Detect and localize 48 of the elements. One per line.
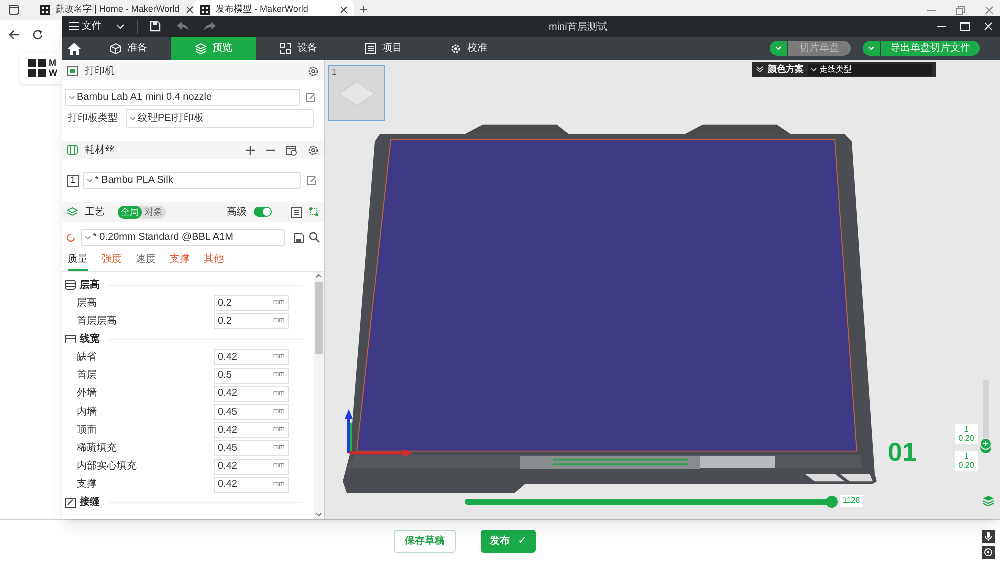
- filament-number: 1: [67, 174, 79, 186]
- plate-index: 1: [332, 67, 336, 79]
- layer-number: 1: [964, 452, 969, 461]
- section-title: 工艺: [85, 206, 105, 220]
- section-title: 打印机: [85, 64, 115, 78]
- nav-tab[interactable]: 项目: [341, 37, 426, 60]
- window-title: mini首层测试: [549, 20, 608, 35]
- plate-number: 01: [888, 439, 917, 465]
- slider-value: 1128: [840, 495, 864, 507]
- browser-tab[interactable]: 麒改名字 | Home - MakerWorld: [34, 0, 194, 20]
- layer-number: 1: [964, 425, 969, 434]
- toggle-label: 高级: [227, 206, 247, 220]
- logo-text: W: [49, 68, 58, 78]
- setting-label: 支撑: [77, 478, 98, 492]
- tab-title: 发布模型 - MakerWorld: [216, 3, 310, 16]
- settings-tab[interactable]: 质量: [68, 252, 88, 271]
- dropdown-field[interactable]: 纹理PEI打印板: [126, 109, 314, 128]
- tab-title: 麒改名字 | Home - MakerWorld: [56, 3, 180, 16]
- setting-label: 稀疏填充: [77, 442, 118, 456]
- setting-label: 缺省: [77, 350, 98, 365]
- group-title: 层高: [80, 278, 100, 292]
- nav-tab[interactable]: 准备: [86, 37, 171, 60]
- setting-label: 内部实心填充: [77, 460, 138, 474]
- dropdown-field[interactable]: * 0.20mm Standard @BBL A1M: [81, 229, 285, 246]
- setting-label: 内墙: [77, 406, 98, 420]
- layer-height: 0.20: [958, 461, 974, 470]
- nav-tab[interactable]: 设备: [256, 37, 341, 60]
- setting-label: 首层: [77, 369, 98, 384]
- settings-tab[interactable]: 速度: [136, 252, 156, 271]
- logo-text: M: [49, 58, 58, 68]
- color-scheme-dropdown[interactable]: 走线类型: [808, 64, 932, 76]
- setting-label: 顶面: [77, 424, 98, 438]
- setting-label: 层高: [77, 296, 98, 311]
- layer-height: 0.20: [958, 434, 974, 443]
- setting-label: 外墙: [77, 386, 98, 402]
- setting-label: 首层层高: [77, 314, 118, 329]
- group-title: 线宽: [80, 332, 100, 347]
- section-title: 耗材丝: [85, 144, 115, 158]
- panel-label: 颜色方案: [768, 62, 804, 76]
- dropdown-field[interactable]: * Bambu PLA Silk: [83, 172, 301, 189]
- plate-thumbnail[interactable]: 1: [328, 65, 385, 121]
- new-tab-button[interactable]: +: [360, 0, 368, 20]
- dropdown-field[interactable]: Bambu Lab A1 mini 0.4 nozzle: [65, 89, 300, 106]
- group-title: 接缝: [80, 496, 100, 510]
- field-label: 打印板类型: [68, 112, 118, 126]
- file-menu[interactable]: 文件: [69, 19, 102, 34]
- nav-tab[interactable]: 校准: [426, 37, 511, 60]
- scope-tab[interactable]: 对象: [142, 206, 166, 218]
